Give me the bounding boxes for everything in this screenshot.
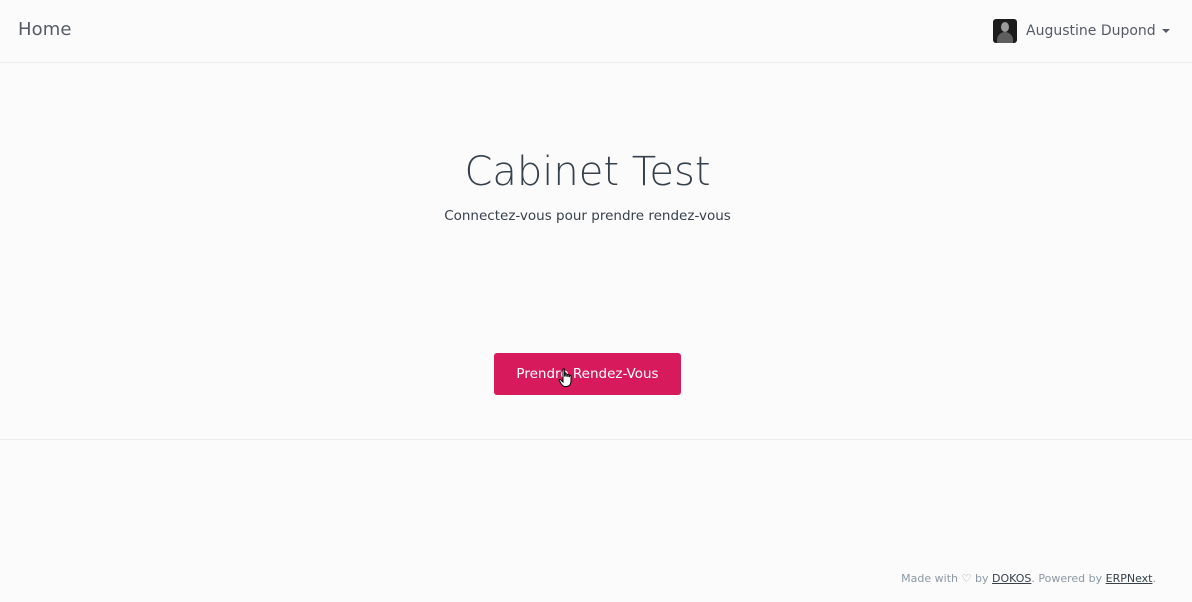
user-name: Augustine Dupond <box>1026 23 1156 39</box>
home-link[interactable]: Home <box>18 19 72 40</box>
page-title: Cabinet Test <box>464 149 711 195</box>
erpnext-link[interactable]: ERPNext <box>1106 572 1153 585</box>
user-menu-dropdown[interactable]: Augustine Dupond <box>993 19 1170 43</box>
hand-pointer-icon <box>558 368 572 387</box>
footer-powered-by: . Powered by <box>1031 572 1103 585</box>
hero-section: Cabinet Test Connectez-vous pour prendre… <box>0 64 1192 440</box>
caret-down-icon <box>1161 29 1170 33</box>
footer-by: by <box>975 572 989 585</box>
user-avatar <box>993 19 1017 43</box>
book-appointment-button[interactable]: Prendre Rendez-Vous <box>494 353 681 395</box>
footer: Made with ♡ by DOKOS. Powered by ERPNext… <box>901 572 1156 585</box>
top-navbar: Home Augustine Dupond <box>0 0 1192 63</box>
footer-end: . <box>1152 572 1157 585</box>
heart-icon: ♡ <box>961 572 972 585</box>
page-subtitle: Connectez-vous pour prendre rendez-vous <box>444 208 731 224</box>
footer-made-with: Made with <box>901 572 958 585</box>
dokos-link[interactable]: DOKOS <box>992 572 1031 585</box>
